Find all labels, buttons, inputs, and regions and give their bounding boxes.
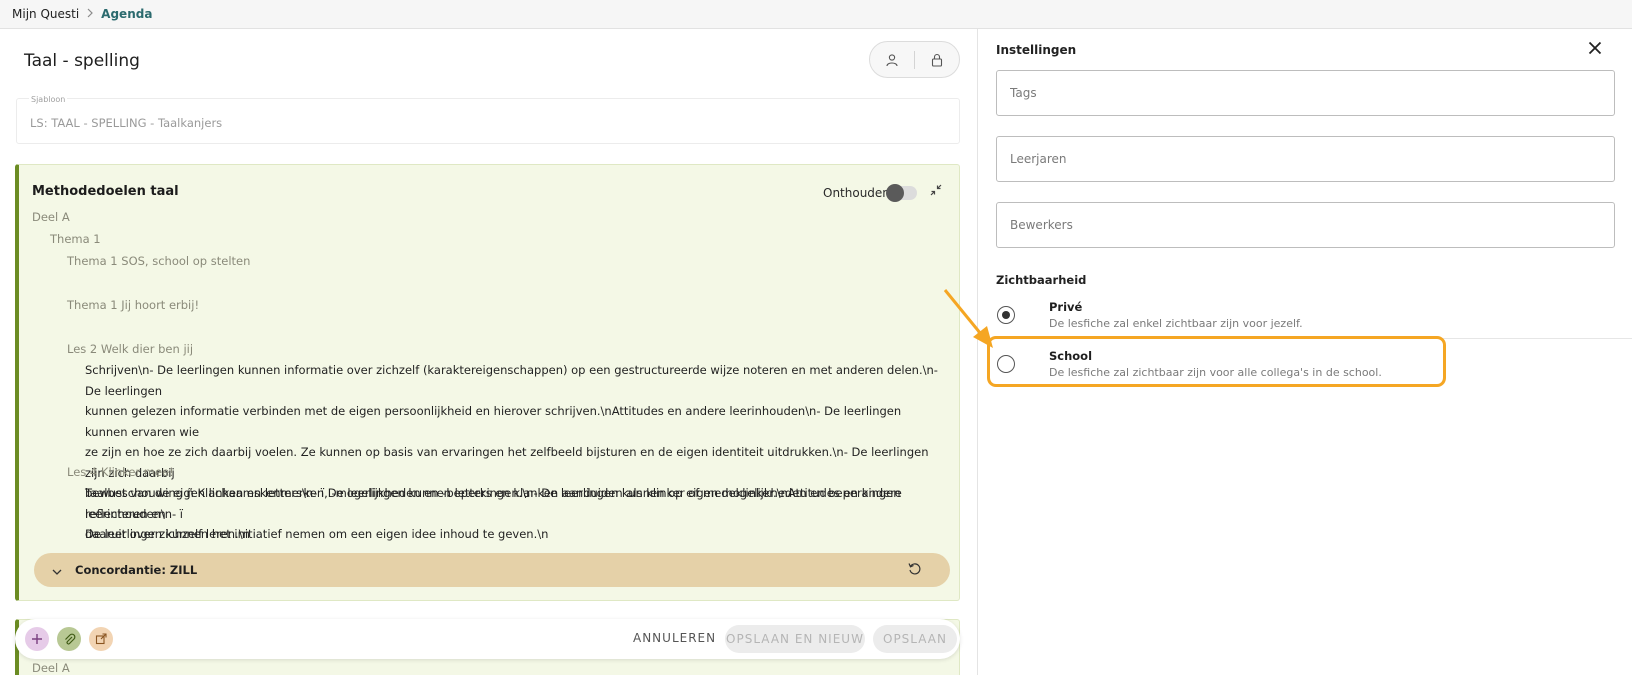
cancel-button[interactable]: ANNULEREN (633, 631, 716, 645)
editors-input[interactable] (997, 203, 1614, 247)
action-bar: ANNULEREN OPSLAAN EN NIEUW OPSLAAN (15, 619, 960, 659)
concordance-bar[interactable]: Concordantie: ZILL (34, 553, 950, 587)
editors-field[interactable] (996, 202, 1615, 248)
breadcrumb: Mijn Questi Agenda (0, 0, 1632, 29)
les2-line: ze zijn en hoe ze zich daarbij voelen. Z… (85, 445, 929, 480)
chevron-right-icon (86, 7, 94, 21)
radio-school[interactable] (997, 355, 1015, 373)
save-new-button[interactable]: OPSLAAN EN NIEUW (725, 625, 865, 653)
visibility-title: Zichtbaarheid (996, 273, 1087, 287)
chevron-down-icon[interactable] (51, 563, 63, 582)
tree-item-2: Thema 1 Jij hoort erbij! (67, 298, 200, 312)
option-desc: De lesfiche zal enkel zichtbaar zijn voo… (1049, 317, 1303, 330)
years-field[interactable] (996, 136, 1615, 182)
tags-field[interactable] (996, 70, 1615, 116)
tree-item-1: Thema 1 SOS, school op stelten (67, 254, 251, 268)
attach-button[interactable] (57, 627, 81, 651)
paperclip-icon (64, 633, 75, 644)
option-label: School (1049, 349, 1093, 363)
template-field[interactable]: Sjabloon LS: TAAL - SPELLING - Taalkanje… (16, 95, 960, 144)
share-icon (95, 633, 107, 645)
close-icon[interactable] (1588, 40, 1602, 59)
radio-private[interactable] (997, 306, 1015, 324)
remember-label: Onthouden (823, 186, 890, 200)
plus-icon (32, 634, 42, 644)
user-icon[interactable] (885, 53, 899, 67)
collapse-icon[interactable] (929, 182, 943, 201)
les2-line: kunnen gelezen informatie verbinden met … (85, 404, 902, 439)
template-value: LS: TAAL - SPELLING - Taalkanjers (30, 116, 223, 130)
les2-line: Schrijven\n- De leerlingen kunnen inform… (85, 363, 938, 398)
tree-item-3: Les 2 Welk dier ben jij (67, 342, 194, 356)
card2-deel: Deel A (32, 661, 70, 675)
editor-panel: Taal - spelling Sjabloon LS: TAAL - SPEL… (0, 29, 977, 675)
toggle-knob (886, 184, 904, 202)
card-title: Methodedoelen taal (32, 184, 179, 199)
remember-toggle[interactable] (886, 184, 917, 202)
breadcrumb-current[interactable]: Agenda (101, 7, 152, 21)
option-label: Privé (1049, 300, 1083, 314)
divider (996, 338, 1632, 339)
method-goals-card: Methodedoelen taal Onthouden Deel A Them… (15, 164, 960, 601)
settings-title: Instellingen (996, 43, 1077, 57)
les4-text: Taalbeschouwing ñ Klanken en letters\n- … (85, 483, 945, 545)
visibility-option-private[interactable]: Privé De lesfiche zal enkel zichtbaar zi… (996, 300, 1616, 340)
visibility-option-school[interactable]: School De lesfiche zal zichtbaar zijn vo… (996, 349, 1616, 389)
tool-divider (913, 50, 915, 69)
lock-icon[interactable] (930, 53, 944, 67)
option-desc: De lesfiche zal zichtbaar zijn voor alle… (1049, 366, 1382, 379)
tree-item-4: Les 4 Klinker mee! (67, 465, 174, 479)
breadcrumb-root[interactable]: Mijn Questi (12, 7, 79, 21)
les4-line: Taalbeschouwing ñ Klanken en letters\n- … (85, 486, 902, 521)
years-input[interactable] (997, 137, 1614, 181)
settings-panel: Instellingen Zichtbaarheid Privé De lesf… (977, 29, 1632, 675)
les4-line: De leerlingen kunnen het initiatief neme… (85, 527, 549, 541)
template-label: Sjabloon (29, 95, 68, 104)
tool-pill (869, 41, 960, 78)
tree-thema: Thema 1 (50, 232, 101, 246)
reset-icon[interactable] (907, 561, 923, 581)
add-button[interactable] (25, 627, 49, 651)
tags-input[interactable] (997, 71, 1614, 115)
tree-deel: Deel A (32, 210, 70, 224)
concordance-label: Concordantie: ZILL (75, 563, 198, 577)
save-button[interactable]: OPSLAAN (873, 625, 957, 653)
share-button[interactable] (89, 627, 113, 651)
page-title: Taal - spelling (24, 51, 140, 71)
